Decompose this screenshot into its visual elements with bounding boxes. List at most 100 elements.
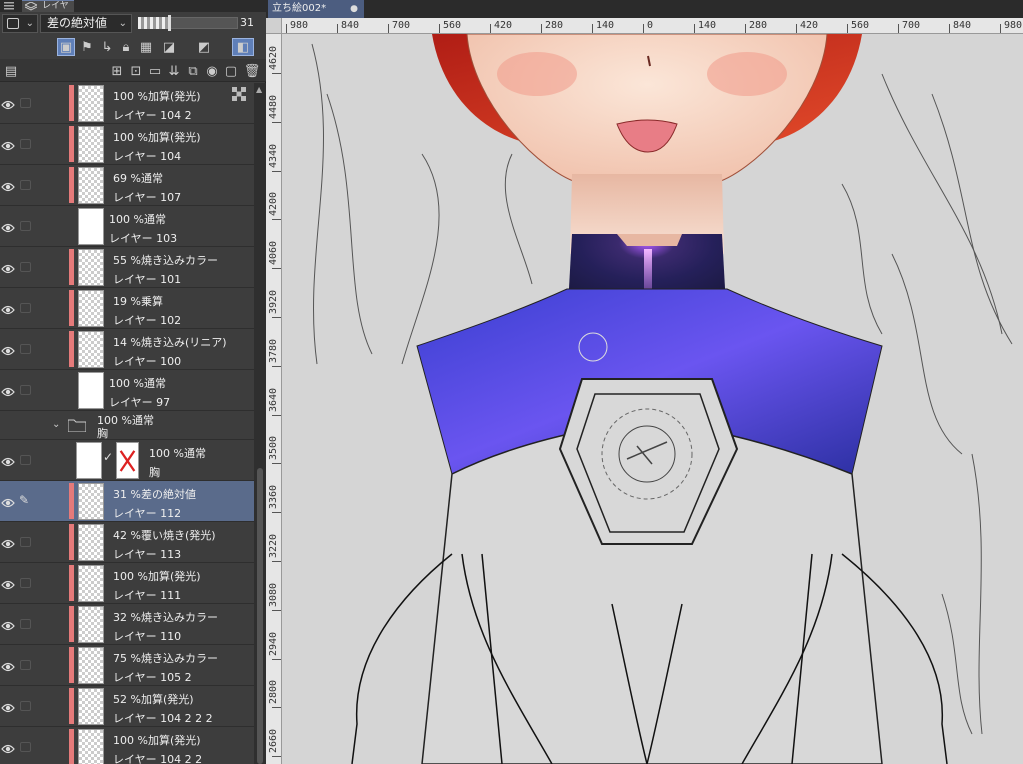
mask-enable-icon[interactable]: ◪ [160, 38, 178, 56]
layer-color-bar [69, 729, 74, 764]
trash-icon[interactable]: 🗑︎ [243, 62, 261, 80]
layer-name: レイヤー 110 [113, 630, 182, 643]
visibility-eye-icon[interactable] [1, 740, 15, 754]
layer-row[interactable]: 100 %加算(発光) レイヤー 104 [0, 124, 254, 165]
layer-row[interactable]: 100 %加算(発光) レイヤー 104 2 2 [0, 727, 254, 764]
chevron-down-icon[interactable]: ⌄ [52, 419, 60, 430]
layer-blend-opacity: 19 %乗算 [113, 295, 163, 308]
layer-row[interactable]: 100 %通常 レイヤー 97 [0, 370, 254, 411]
layer-row[interactable]: 55 %焼き込みカラー レイヤー 101 [0, 247, 254, 288]
clip-layer-icon[interactable]: ↳ [98, 38, 116, 56]
visibility-eye-icon[interactable] [1, 383, 15, 397]
blend-mode-select[interactable]: 差の絶対値 ⌄ [40, 14, 132, 33]
layer-select-checkbox[interactable] [20, 742, 31, 752]
visibility-eye-icon[interactable] [1, 301, 15, 315]
lock-icon[interactable]: 🔒︎ [117, 38, 135, 56]
layer-row[interactable]: 42 %覆い焼き(発光) レイヤー 113 [0, 522, 254, 563]
lock-transparency-icon[interactable]: ▦ [137, 38, 155, 56]
layer-select-checkbox[interactable] [20, 221, 31, 231]
layer-select-checkbox[interactable] [20, 578, 31, 588]
create-mask-icon[interactable]: ◉ [203, 62, 221, 80]
new-vector-layer-icon[interactable]: ⊡ [127, 62, 145, 80]
visibility-eye-icon[interactable] [1, 178, 15, 192]
layer-select-checkbox[interactable] [20, 385, 31, 395]
ruler-tick [272, 121, 281, 123]
ruler-tick [490, 24, 491, 33]
ruler-label: 980 [290, 20, 309, 31]
new-folder-icon[interactable]: ▭ [146, 62, 164, 80]
layer-folder-row[interactable]: ⌄ 100 %通常胸 [0, 411, 254, 440]
layer-blend-opacity: 32 %焼き込みカラー [113, 611, 218, 624]
close-dot-icon[interactable]: ● [350, 0, 358, 18]
reference-layer-icon[interactable]: ▣ [57, 38, 75, 56]
document-tab[interactable]: 立ち絵002* ● [268, 0, 364, 18]
layer-select-checkbox[interactable] [20, 619, 31, 629]
apply-mask-icon[interactable]: ▢ [222, 62, 240, 80]
canvas-area[interactable] [282, 34, 1023, 764]
visibility-eye-icon[interactable] [1, 453, 15, 467]
scrollbar-thumb[interactable] [257, 468, 263, 764]
visibility-eye-icon[interactable] [1, 494, 15, 508]
panel-menu-icon[interactable] [4, 2, 14, 10]
layer-select-checkbox[interactable] [20, 344, 31, 354]
layer-color-bar [69, 85, 74, 121]
ruler-show-icon[interactable]: ◩ [195, 38, 213, 56]
layer-color-icon[interactable]: ◧ [232, 38, 254, 56]
layer-row[interactable]: ✓ 100 %通常胸 [0, 440, 254, 481]
layer-row[interactable]: 100 %通常 レイヤー 103 [0, 206, 254, 247]
layer-row[interactable]: ✎ 31 %差の絶対値 レイヤー 112 [0, 481, 254, 522]
visibility-eye-icon[interactable] [1, 219, 15, 233]
layer-thumbnail [78, 331, 104, 368]
layer-name: 胸 [149, 466, 160, 479]
opacity-slider[interactable] [138, 15, 238, 31]
layer-select-checkbox[interactable] [20, 262, 31, 272]
ruler-corner [266, 18, 282, 34]
opacity-fill [138, 17, 169, 29]
layer-color-dropdown[interactable]: ⌄ [2, 14, 38, 33]
transfer-layer-icon[interactable]: ⇊ [165, 62, 183, 80]
new-raster-layer-icon[interactable]: ⊞ [108, 62, 126, 80]
layer-row[interactable]: 100 %加算(発光) レイヤー 111 [0, 563, 254, 604]
tab-layer[interactable]: レイヤー [22, 0, 74, 22]
visibility-eye-icon[interactable] [1, 617, 15, 631]
visibility-eye-icon[interactable] [1, 535, 15, 549]
layer-select-checkbox[interactable] [20, 537, 31, 547]
layer-select-checkbox[interactable] [20, 139, 31, 149]
ruler-label: 3360 [268, 485, 279, 510]
visibility-eye-icon[interactable] [1, 699, 15, 713]
canvas-artwork[interactable] [282, 34, 1023, 764]
visibility-eye-icon[interactable] [1, 96, 15, 110]
ruler-label: 560 [443, 20, 462, 31]
layer-name: レイヤー 97 [109, 396, 171, 409]
layer-color-bar [69, 688, 74, 724]
layer-row[interactable]: 52 %加算(発光) レイヤー 104 2 2 2 [0, 686, 254, 727]
ruler-tick [272, 73, 281, 74]
opacity-handle[interactable] [168, 15, 171, 31]
layer-select-checkbox[interactable] [20, 701, 31, 711]
layer-row[interactable]: 100 %加算(発光) レイヤー 104 2 [0, 83, 254, 124]
blend-mode-value: 差の絶対値 [47, 16, 108, 30]
layer-select-checkbox[interactable] [20, 98, 31, 108]
layer-row[interactable]: 69 %通常 レイヤー 107 [0, 165, 254, 206]
visibility-eye-icon[interactable] [1, 658, 15, 672]
visibility-eye-icon[interactable] [1, 342, 15, 356]
ruler-label: 3500 [268, 436, 279, 461]
layer-select-checkbox[interactable] [20, 303, 31, 313]
layer-row[interactable]: 75 %焼き込みカラー レイヤー 105 2 [0, 645, 254, 686]
visibility-eye-icon[interactable] [1, 137, 15, 151]
layer-select-checkbox[interactable] [20, 455, 31, 465]
combine-layer-icon[interactable]: ⧉ [184, 62, 202, 80]
layer-blend-opacity: 100 %加算(発光) [113, 734, 201, 747]
layer-row[interactable]: 14 %焼き込み(リニア) レイヤー 100 [0, 329, 254, 370]
layer-list-scrollbar[interactable]: ▲ [254, 83, 266, 764]
layer-select-checkbox[interactable] [20, 180, 31, 190]
ruler-label: 2940 [268, 631, 279, 656]
layer-row[interactable]: 19 %乗算 レイヤー 102 [0, 288, 254, 329]
panel-settings-icon[interactable]: ▤ [2, 62, 20, 80]
layer-row[interactable]: 32 %焼き込みカラー レイヤー 110 [0, 604, 254, 645]
scroll-up-icon[interactable]: ▲ [256, 85, 262, 94]
visibility-eye-icon[interactable] [1, 260, 15, 274]
layer-select-checkbox[interactable] [20, 660, 31, 670]
sub-view-icon[interactable]: ⚑ [78, 38, 96, 56]
visibility-eye-icon[interactable] [1, 576, 15, 590]
